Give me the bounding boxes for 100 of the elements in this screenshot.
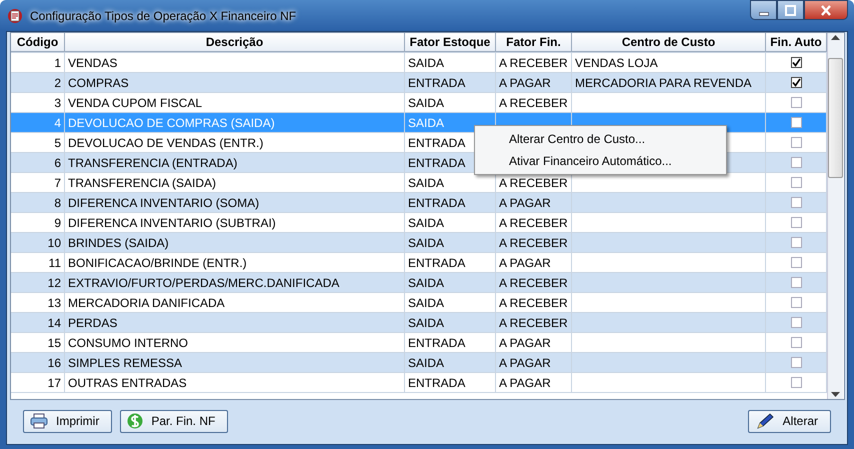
table-cell: SAIDA xyxy=(408,56,444,70)
table-cell: EXTRAVIO/FURTO/PERDAS/MERC.DANIFICADA xyxy=(68,276,340,290)
table-cell: A RECEBER xyxy=(499,216,568,230)
table-cell: 15 xyxy=(48,336,61,350)
checkbox[interactable] xyxy=(790,197,802,208)
window-title: Configuração Tipos de Operação X Financeiro NF xyxy=(30,8,296,22)
table-cell: SAIDA xyxy=(408,316,444,330)
table-row[interactable]: 2 COMPRAS ENTRADA A PAGAR MERCADORIA PARA REVENDA xyxy=(11,73,827,93)
column-header[interactable]: Descrição xyxy=(65,33,405,52)
table-cell: A RECEBER xyxy=(499,236,568,250)
table-cell: A PAGAR xyxy=(499,76,551,90)
close-button[interactable] xyxy=(804,0,848,20)
table-cell: ENTRADA xyxy=(408,376,466,390)
table-cell: VENDA CUPOM FISCAL xyxy=(68,96,202,110)
column-header[interactable]: Código xyxy=(11,33,65,52)
checkbox[interactable] xyxy=(790,357,802,368)
column-header[interactable]: Centro de Custo xyxy=(572,33,766,52)
checkbox[interactable] xyxy=(790,297,802,308)
checkbox[interactable] xyxy=(790,237,802,248)
print-button[interactable]: Imprimir xyxy=(23,410,112,432)
column-header[interactable]: Fator Fin. xyxy=(496,33,572,52)
table-cell: MERCADORIA DANIFICADA xyxy=(68,296,225,310)
table-cell: SIMPLES REMESSA xyxy=(68,356,182,370)
table-cell: 1 xyxy=(54,56,61,70)
column-header[interactable]: Fin. Auto xyxy=(766,33,827,52)
checkbox[interactable] xyxy=(790,337,802,348)
checkbox[interactable] xyxy=(790,257,802,268)
checkbox[interactable] xyxy=(790,217,802,228)
checkbox[interactable] xyxy=(790,97,802,108)
table-cell: SAIDA xyxy=(408,176,444,190)
table-cell: A RECEBER xyxy=(499,296,568,310)
table-cell: VENDAS LOJA xyxy=(575,56,658,70)
table-cell: PERDAS xyxy=(68,316,118,330)
table-cell: ENTRADA xyxy=(408,256,466,270)
table-cell: SAIDA xyxy=(408,96,444,110)
maximize-icon xyxy=(785,4,796,16)
table-row[interactable]: 14 PERDAS SAIDA A RECEBER xyxy=(11,313,827,333)
table-cell: 8 xyxy=(54,196,61,210)
table-cell: A RECEBER xyxy=(499,316,568,330)
table-cell: ENTRADA xyxy=(408,156,466,170)
table-cell: 16 xyxy=(48,356,61,370)
checkbox[interactable] xyxy=(790,277,802,288)
table-cell: 3 xyxy=(54,96,61,110)
table-cell: VENDAS xyxy=(68,56,118,70)
pen-icon xyxy=(754,412,775,430)
table-cell: 6 xyxy=(54,156,61,170)
table-row[interactable]: 12 EXTRAVIO/FURTO/PERDAS/MERC.DANIFICADA SAIDA A RECEBER xyxy=(11,273,827,293)
table-cell: BRINDES (SAIDA) xyxy=(68,236,169,250)
printer-icon xyxy=(30,413,48,429)
table-cell: A PAGAR xyxy=(499,336,551,350)
column-header[interactable]: Fator Estoque xyxy=(405,33,496,52)
table-row[interactable]: 8 DIFERENCA INVENTARIO (SOMA) ENTRADA A PAGAR xyxy=(11,193,827,213)
table-cell: MERCADORIA PARA REVENDA xyxy=(575,76,752,90)
close-icon xyxy=(821,4,831,16)
table-cell: DIFERENCA INVENTARIO (SUBTRAI) xyxy=(68,216,276,230)
checkbox[interactable] xyxy=(790,157,802,168)
table-cell: SAIDA xyxy=(408,296,444,310)
table-cell: 7 xyxy=(54,176,61,190)
table-cell: ENTRADA xyxy=(408,136,466,150)
table-cell: A PAGAR xyxy=(499,196,551,210)
minimize-button[interactable] xyxy=(750,0,777,20)
table-cell: A RECEBER xyxy=(499,176,568,190)
checkbox[interactable] xyxy=(790,77,802,88)
checkbox[interactable] xyxy=(790,177,802,188)
table-cell: 9 xyxy=(54,216,61,230)
table-cell: 14 xyxy=(48,316,61,330)
table-cell: OUTRAS ENTRADAS xyxy=(68,376,187,390)
checkbox[interactable] xyxy=(790,137,802,148)
maximize-button[interactable] xyxy=(777,0,804,20)
table-cell: COMPRAS xyxy=(68,76,129,90)
table-cell: A RECEBER xyxy=(499,96,568,110)
table-cell: TRANSFERENCIA (SAIDA) xyxy=(68,176,216,190)
scrollbar[interactable] xyxy=(827,33,843,399)
financial-params-button[interactable]: Par. Fin. NF xyxy=(120,410,228,432)
table-cell: A RECEBER xyxy=(499,276,568,290)
table-row[interactable]: 17 OUTRAS ENTRADAS ENTRADA A PAGAR xyxy=(11,373,827,393)
checkbox[interactable] xyxy=(790,317,802,328)
checkbox[interactable] xyxy=(790,57,802,68)
menu-item[interactable]: Ativar Financeiro Automático... xyxy=(477,150,724,172)
table-cell: A PAGAR xyxy=(499,256,551,270)
table-cell: ENTRADA xyxy=(408,76,466,90)
dollar-icon xyxy=(127,412,144,430)
checkbox[interactable] xyxy=(790,377,802,388)
table-row[interactable]: 10 BRINDES (SAIDA) SAIDA A RECEBER xyxy=(11,233,827,253)
checkbox[interactable] xyxy=(790,117,802,128)
minimize-icon xyxy=(758,12,768,16)
scrollbar-thumb[interactable] xyxy=(828,58,843,178)
table-cell: 5 xyxy=(54,136,61,150)
table-row[interactable]: 16 SIMPLES REMESSA SAIDA A PAGAR xyxy=(11,353,827,373)
table-cell: A PAGAR xyxy=(499,376,551,390)
table-cell: 17 xyxy=(48,376,61,390)
table-cell: DEVOLUCAO DE COMPRAS (SAIDA) xyxy=(68,116,275,130)
table-cell: 4 xyxy=(54,116,61,130)
table-cell: SAIDA xyxy=(408,276,444,290)
edit-button[interactable]: Alterar xyxy=(748,410,831,432)
table-cell: ENTRADA xyxy=(408,196,466,210)
table-cell: 10 xyxy=(48,236,61,250)
table-cell: DEVOLUCAO DE VENDAS (ENTR.) xyxy=(68,136,264,150)
table-cell: SAIDA xyxy=(408,356,444,370)
table-cell: 11 xyxy=(48,256,61,270)
